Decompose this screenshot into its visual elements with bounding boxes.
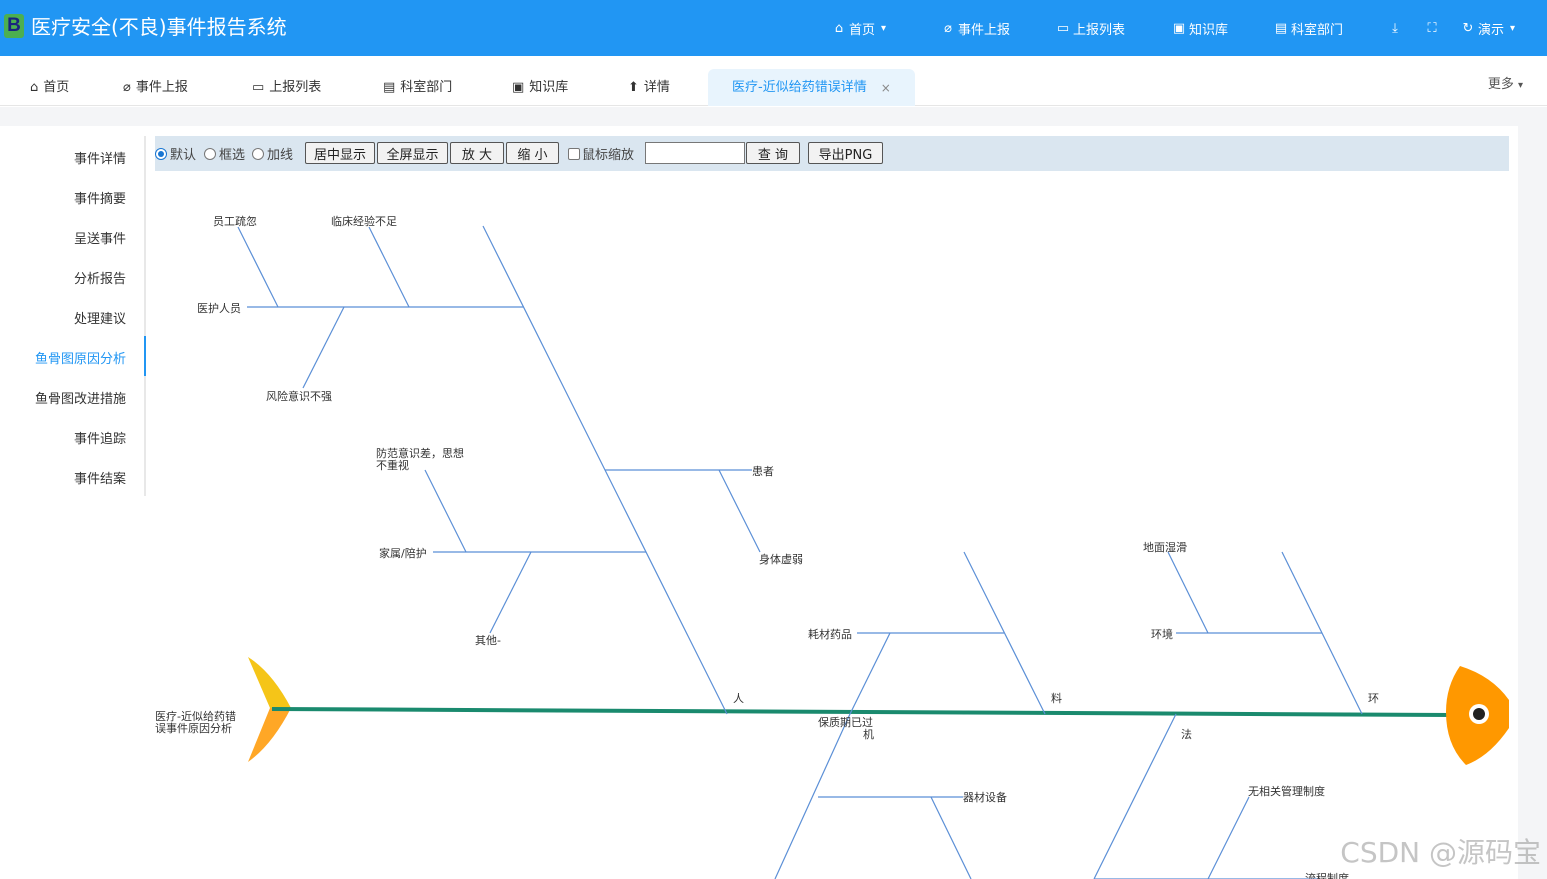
nav-report[interactable]: ⌀ 事件上报 bbox=[941, 0, 1010, 56]
wheel-zoom-label: 鼠标缩放 bbox=[582, 148, 635, 163]
close-icon[interactable]: × bbox=[881, 70, 891, 106]
refresh-icon: ↻ bbox=[1462, 20, 1474, 36]
user-menu[interactable]: ↻ 演示 ▾ bbox=[1461, 0, 1516, 56]
side-item-fishbone-improve[interactable]: 鱼骨图改进措施 bbox=[35, 388, 126, 408]
side-item-event-close[interactable]: 事件结案 bbox=[74, 468, 126, 488]
export-png-button[interactable]: 导出PNG bbox=[808, 142, 883, 164]
search-input[interactable] bbox=[645, 142, 745, 164]
tab-report[interactable]: ⌀ 事件上报 bbox=[123, 70, 188, 106]
side-menu: 事件详情 事件摘要 呈送事件 分析报告 处理建议 鱼骨图原因分析 鱼骨图改进措施… bbox=[0, 136, 146, 496]
monitor-icon: ▭ bbox=[252, 80, 265, 95]
download-button[interactable]: ⤓ bbox=[1388, 0, 1405, 56]
tab-knowledge[interactable]: ▣ 知识库 bbox=[512, 70, 568, 106]
chevron-down-icon: ▾ bbox=[1517, 80, 1523, 91]
paperclip-icon: ⌀ bbox=[123, 80, 131, 95]
side-item-event-tracking[interactable]: 事件追踪 bbox=[74, 428, 126, 448]
radio-checked-icon bbox=[155, 147, 167, 160]
nav-knowledge-label: 知识库 bbox=[1189, 22, 1229, 38]
radio-icon bbox=[252, 147, 264, 160]
tab-detail-label: 详情 bbox=[643, 80, 670, 95]
side-item-submit-event[interactable]: 呈送事件 bbox=[74, 228, 126, 248]
tab-knowledge-label: 知识库 bbox=[529, 80, 569, 95]
side-item-fishbone-cause[interactable]: 鱼骨图原因分析 bbox=[35, 348, 126, 368]
mode-addline-radio[interactable]: 加线 bbox=[252, 136, 293, 171]
download-icon: ⤓ bbox=[1392, 20, 1398, 36]
center-display-button[interactable]: 居中显示 bbox=[305, 142, 375, 164]
fullscreen-button[interactable]: ⛶ bbox=[1425, 0, 1442, 56]
side-item-event-detail[interactable]: 事件详情 bbox=[74, 148, 126, 168]
chevron-down-icon: ▾ bbox=[881, 22, 887, 34]
fullscreen-display-button[interactable]: 全屏显示 bbox=[377, 142, 448, 164]
watermark: CSDN @源码宝 bbox=[1340, 836, 1541, 869]
side-item-analysis-report[interactable]: 分析报告 bbox=[74, 268, 126, 288]
mode-default-label: 默认 bbox=[170, 148, 197, 163]
zoom-out-button[interactable]: 缩 小 bbox=[506, 142, 559, 164]
expand-icon: ⛶ bbox=[1427, 20, 1437, 36]
content-panel bbox=[0, 126, 1518, 879]
book-icon: ▣ bbox=[512, 80, 525, 95]
tab-active-detail[interactable]: 医疗-近似给药错误详情 × bbox=[708, 69, 915, 106]
side-item-handling-advice[interactable]: 处理建议 bbox=[74, 308, 126, 328]
tab-home-label: 首页 bbox=[43, 80, 70, 95]
nav-list-label: 上报列表 bbox=[1073, 22, 1126, 38]
zoom-in-button[interactable]: 放 大 bbox=[450, 142, 504, 164]
mode-select-label: 框选 bbox=[219, 148, 246, 163]
tabs-more-button[interactable]: 更多 ▾ bbox=[1488, 73, 1523, 92]
home-icon: ⌂ bbox=[834, 20, 844, 36]
nav-home[interactable]: ⌂ 首页 ▾ bbox=[832, 0, 886, 56]
document-icon: ▤ bbox=[1274, 20, 1288, 36]
tab-dept[interactable]: ▤ 科室部门 bbox=[383, 70, 452, 106]
book-icon: ▣ bbox=[1172, 20, 1186, 36]
nav-knowledge[interactable]: ▣ 知识库 bbox=[1172, 0, 1228, 56]
paperclip-icon: ⌀ bbox=[944, 20, 952, 36]
side-active-indicator bbox=[144, 336, 146, 376]
app-logo: B bbox=[4, 14, 24, 38]
home-icon: ⌂ bbox=[30, 80, 39, 95]
side-item-event-summary[interactable]: 事件摘要 bbox=[74, 188, 126, 208]
document-icon: ▤ bbox=[383, 80, 396, 95]
nav-home-label: 首页 bbox=[849, 22, 876, 38]
nav-list[interactable]: ▭ 上报列表 bbox=[1056, 0, 1125, 56]
arrow-up-circle-icon: ⬆ bbox=[628, 80, 639, 95]
chevron-down-icon: ▾ bbox=[1510, 22, 1516, 34]
tab-detail[interactable]: ⬆ 详情 bbox=[628, 70, 670, 106]
checkbox-icon bbox=[568, 147, 580, 160]
tab-dept-label: 科室部门 bbox=[400, 80, 453, 95]
nav-report-label: 事件上报 bbox=[958, 22, 1011, 38]
radio-icon bbox=[204, 147, 216, 160]
app-title: 医疗安全(不良)事件报告系统 bbox=[31, 15, 287, 39]
tabs-more-label: 更多 bbox=[1487, 77, 1514, 92]
diagram-toolbar: 默认 框选 加线 居中显示 全屏显示 放 大 缩 小 鼠标缩放 查 询 导出PN… bbox=[155, 136, 1509, 171]
tab-active-label: 医疗-近似给药错误详情 bbox=[732, 79, 867, 95]
user-name: 演示 bbox=[1478, 22, 1505, 38]
monitor-icon: ▭ bbox=[1056, 20, 1070, 36]
tab-bar: ⌂ 首页 ⌀ 事件上报 ▭ 上报列表 ▤ 科室部门 ▣ 知识库 ⬆ 详情 医疗-… bbox=[0, 56, 1547, 106]
top-header: B 医疗安全(不良)事件报告系统 ⌂ 首页 ▾ ⌀ 事件上报 ▭ 上报列表 ▣ … bbox=[0, 0, 1547, 56]
tab-home[interactable]: ⌂ 首页 bbox=[30, 70, 69, 106]
nav-dept[interactable]: ▤ 科室部门 bbox=[1274, 0, 1343, 56]
mode-select-radio[interactable]: 框选 bbox=[204, 136, 245, 171]
tab-list[interactable]: ▭ 上报列表 bbox=[252, 70, 321, 106]
wheel-zoom-checkbox[interactable]: 鼠标缩放 bbox=[568, 136, 634, 171]
mode-default-radio[interactable]: 默认 bbox=[155, 136, 196, 171]
search-button[interactable]: 查 询 bbox=[746, 142, 800, 164]
tab-list-label: 上报列表 bbox=[269, 80, 322, 95]
tab-report-label: 事件上报 bbox=[135, 80, 188, 95]
mode-addline-label: 加线 bbox=[267, 148, 294, 163]
nav-dept-label: 科室部门 bbox=[1291, 22, 1344, 38]
